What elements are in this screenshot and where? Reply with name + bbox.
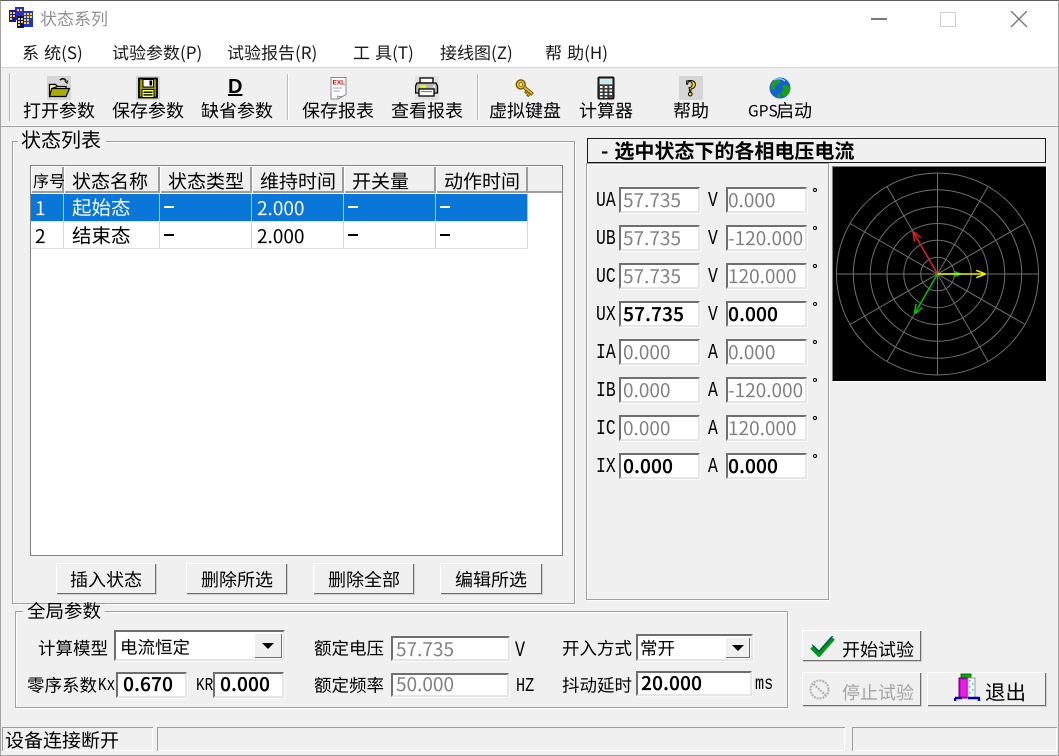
svg-text:?: ? xyxy=(686,76,698,100)
svg-text:EXL: EXL xyxy=(332,80,345,87)
